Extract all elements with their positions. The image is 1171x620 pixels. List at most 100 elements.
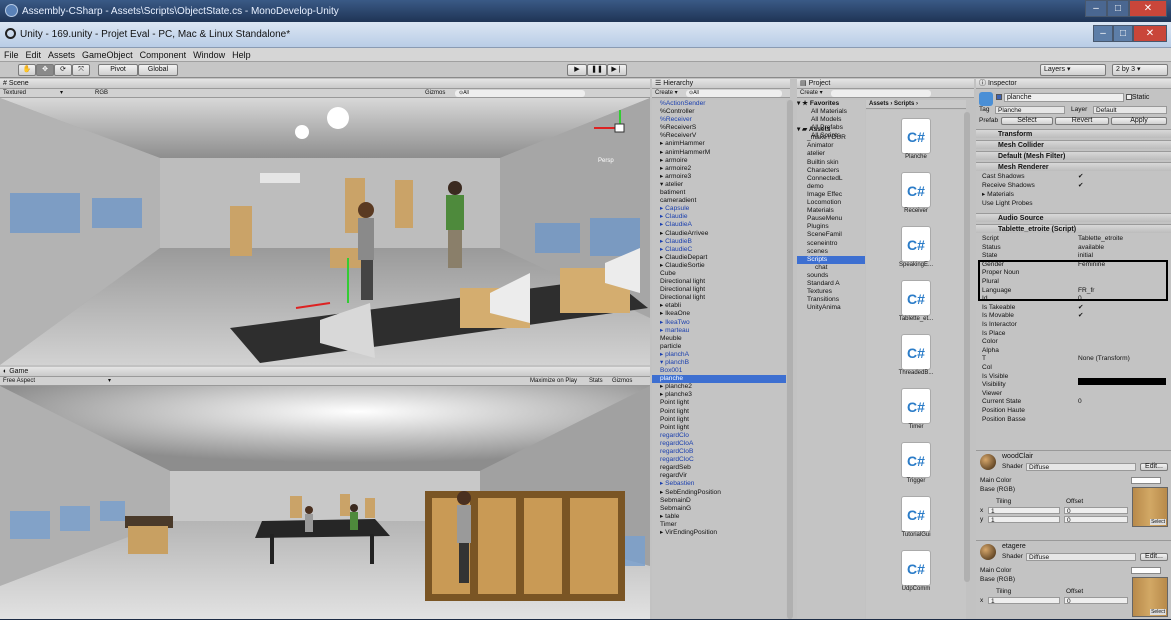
hierarchy-item[interactable]: cameradient xyxy=(660,197,786,205)
script-asset[interactable]: C# UdpComm xyxy=(886,550,946,592)
project-search-input[interactable] xyxy=(831,90,931,97)
shader-dropdown[interactable]: Diffuse xyxy=(1026,463,1136,471)
step-button[interactable]: ▶❘ xyxy=(607,64,627,76)
mesh-filter-component[interactable]: Default (Mesh Filter) xyxy=(976,151,1171,160)
texture-slot[interactable]: Select xyxy=(1132,487,1168,527)
mesh-renderer-field[interactable]: Use Light Probes xyxy=(982,200,1171,208)
hierarchy-item[interactable]: ▸ planche2 xyxy=(660,383,786,391)
menu-gameobject[interactable]: GameObject xyxy=(82,50,133,60)
layout-dropdown[interactable]: 2 by 3 ▾ xyxy=(1112,64,1168,76)
hierarchy-item[interactable]: regardCloB xyxy=(660,448,786,456)
scene-search-input[interactable]: ⊙All xyxy=(455,90,585,97)
pause-button[interactable]: ❚❚ xyxy=(587,64,607,76)
scene-tab[interactable]: # Scene xyxy=(0,79,650,89)
hierarchy-item[interactable]: ▸ IkeaOne xyxy=(660,310,786,318)
script-asset[interactable]: C# SpeakingE... xyxy=(886,226,946,268)
asset-folder[interactable]: Characters xyxy=(797,167,865,175)
object-name-field[interactable]: planche xyxy=(1003,93,1124,102)
hierarchy-item[interactable]: ▸ armoire3 xyxy=(660,173,786,181)
shading-dropdown[interactable]: Textured xyxy=(3,90,26,96)
hierarchy-item[interactable]: regardSeb xyxy=(660,464,786,472)
hierarchy-item[interactable]: ▸ etabli xyxy=(660,302,786,310)
project-tab[interactable]: ▤ Project xyxy=(797,79,974,89)
offset-field[interactable]: 0 xyxy=(1064,507,1128,515)
asset-folder[interactable]: Animator xyxy=(797,142,865,150)
script-field[interactable]: Position Basse xyxy=(982,416,1171,424)
asset-folder[interactable]: chat xyxy=(797,264,865,272)
script-asset[interactable]: C# Tablette_et... xyxy=(886,280,946,322)
unity-maximize-icon[interactable]: □ xyxy=(1113,25,1133,42)
hierarchy-item[interactable]: regardVir xyxy=(660,472,786,480)
menu-assets[interactable]: Assets xyxy=(48,50,75,60)
rotate-tool-button[interactable]: ⟳ xyxy=(54,64,72,76)
hierarchy-item[interactable]: ▸ ClaudieC xyxy=(660,246,786,254)
script-field[interactable]: Is Interactor xyxy=(982,321,1171,329)
hierarchy-item[interactable]: Directional light xyxy=(660,294,786,302)
stats-toggle[interactable]: Stats xyxy=(589,377,603,386)
script-field[interactable]: Color xyxy=(982,338,1171,346)
edit-shader-button[interactable]: Edit... xyxy=(1140,553,1168,561)
hierarchy-item[interactable]: %ActionSender xyxy=(660,100,786,108)
minimize-icon[interactable]: – xyxy=(1085,0,1107,17)
game-tab[interactable]: ◐ Game xyxy=(0,367,650,377)
script-asset[interactable]: C# Planche xyxy=(886,118,946,160)
scene-viewport[interactable]: Persp xyxy=(0,98,650,365)
play-button[interactable]: ▶ xyxy=(567,64,587,76)
hierarchy-item[interactable]: ▸ marteau xyxy=(660,327,786,335)
hierarchy-item[interactable]: ▸ IkeaTwo xyxy=(660,319,786,327)
hierarchy-item[interactable]: Box001 xyxy=(660,367,786,375)
hierarchy-item[interactable]: %ReceiverS xyxy=(660,124,786,132)
script-component[interactable]: Tablette_etroite (Script) xyxy=(976,224,1171,233)
hierarchy-item[interactable]: Timer xyxy=(660,521,786,529)
scale-tool-button[interactable]: ⤧ xyxy=(72,64,90,76)
asset-folder[interactable]: demo xyxy=(797,183,865,191)
global-toggle[interactable]: Global xyxy=(138,64,178,76)
main-color-swatch[interactable] xyxy=(1131,567,1161,574)
mesh-collider-component[interactable]: Mesh Collider xyxy=(976,140,1171,149)
script-field[interactable]: Position Haute xyxy=(982,407,1171,415)
offset-field[interactable]: 0 xyxy=(1064,597,1128,605)
hierarchy-item[interactable]: Meuble xyxy=(660,335,786,343)
mesh-renderer-component[interactable]: Mesh Renderer xyxy=(976,162,1171,171)
hierarchy-item[interactable]: ▸ Claudie xyxy=(660,213,786,221)
tiling-field[interactable]: 1 xyxy=(988,516,1060,524)
hierarchy-item[interactable]: SebmainG xyxy=(660,505,786,513)
script-field[interactable]: Viewer xyxy=(982,390,1171,398)
script-asset[interactable]: C# Trigger xyxy=(886,442,946,484)
hierarchy-item[interactable]: SebmainD xyxy=(660,497,786,505)
favorites-header[interactable]: ▾ ★ Favorites xyxy=(797,100,865,108)
asset-folder[interactable]: Locomotion xyxy=(797,199,865,207)
script-field[interactable]: T None (Transform) xyxy=(982,355,1171,363)
aspect-dropdown[interactable]: Free Aspect xyxy=(3,378,35,384)
asset-folder[interactable]: Standard A xyxy=(797,280,865,288)
hierarchy-item[interactable]: %Controller xyxy=(660,108,786,116)
script-field[interactable]: Is Movable ✔ xyxy=(982,312,1171,320)
script-field[interactable]: Is Takeable ✔ xyxy=(982,304,1171,312)
pivot-toggle[interactable]: Pivot xyxy=(98,64,138,76)
hierarchy-item[interactable]: ▸ ClaudieA xyxy=(660,221,786,229)
asset-folder[interactable]: ConnectedL xyxy=(797,175,865,183)
hierarchy-item[interactable]: ▸ ClaudieDepart xyxy=(660,254,786,262)
hierarchy-item[interactable]: Point light xyxy=(660,399,786,407)
hierarchy-item[interactable]: particle xyxy=(660,343,786,351)
asset-folder[interactable]: SceneFamil xyxy=(797,231,865,239)
hierarchy-item[interactable]: ▾ atelier xyxy=(660,181,786,189)
asset-folder[interactable]: Materials xyxy=(797,207,865,215)
script-field[interactable]: Alpha xyxy=(982,347,1171,355)
hierarchy-item[interactable]: ▸ animHammer xyxy=(660,140,786,148)
mesh-renderer-field[interactable]: Receive Shadows ✔ xyxy=(982,182,1171,190)
audio-source-component[interactable]: Audio Source xyxy=(976,213,1171,222)
hierarchy-item[interactable]: ▸ Sebastien xyxy=(660,480,786,488)
asset-folder[interactable]: Builtin skin xyxy=(797,159,865,167)
asset-folder[interactable]: _makeYOUR xyxy=(797,134,865,142)
menu-file[interactable]: File xyxy=(4,50,19,60)
asset-folder[interactable]: Scripts xyxy=(797,255,865,264)
hierarchy-item[interactable]: ▸ table xyxy=(660,513,786,521)
hierarchy-item[interactable]: ▸ SebEndingPosition xyxy=(660,489,786,497)
hierarchy-item[interactable]: regardCloA xyxy=(660,440,786,448)
hierarchy-item[interactable]: batiment xyxy=(660,189,786,197)
asset-folder[interactable]: sounds xyxy=(797,272,865,280)
maximize-icon[interactable]: □ xyxy=(1107,0,1129,17)
hierarchy-item[interactable]: ▾ planchB xyxy=(660,359,786,367)
hierarchy-item[interactable]: %Receiver xyxy=(660,116,786,124)
